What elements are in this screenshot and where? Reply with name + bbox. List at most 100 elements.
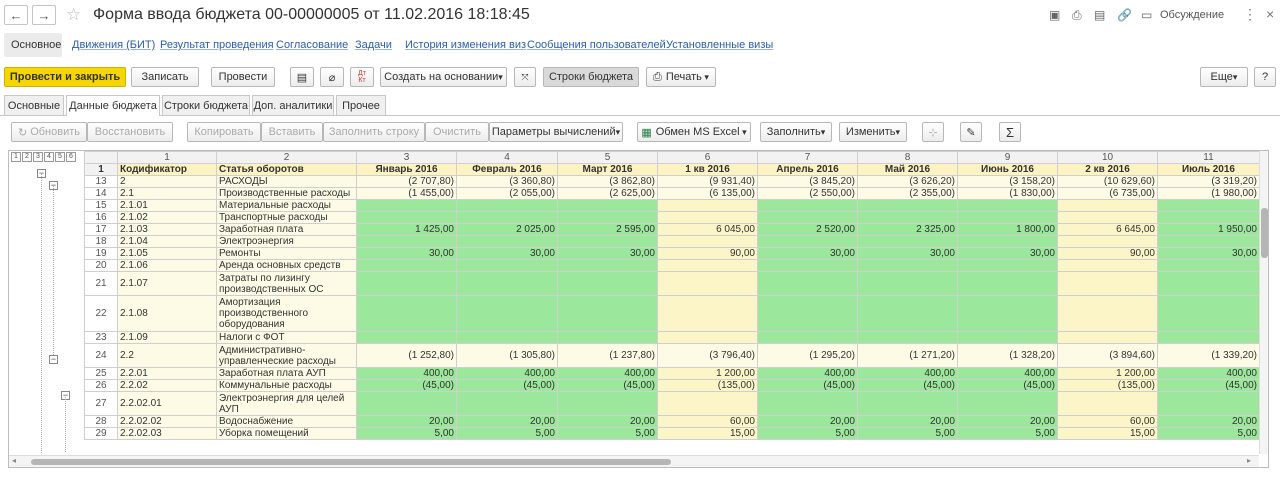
excel-exchange-button[interactable]: ▦ Обмен MS Excel (637, 122, 751, 142)
table-row[interactable]: 19 2.1.05 Ремонты 30,00 30,00 30,00 90,00 30,00… (84, 247, 1260, 260)
value-cell[interactable]: (6 735,00) (1057, 187, 1158, 200)
create-based-on-button[interactable]: Создать на основании (380, 67, 507, 87)
scroll-right-icon[interactable]: ▸ (1247, 456, 1251, 465)
value-cell[interactable]: (3 626,20) (857, 175, 958, 188)
value-cell[interactable] (1157, 235, 1260, 248)
value-cell[interactable]: (45,00) (557, 379, 658, 392)
value-cell[interactable] (757, 211, 858, 224)
value-cell[interactable]: 20,00 (356, 415, 457, 428)
value-cell[interactable]: (1 328,20) (957, 343, 1058, 368)
value-cell[interactable]: (45,00) (456, 379, 558, 392)
value-cell[interactable]: 30,00 (857, 247, 958, 260)
copy-button[interactable]: Копировать (187, 122, 261, 142)
post-and-close-button[interactable]: Провести и закрыть (4, 67, 126, 87)
value-cell[interactable] (857, 391, 958, 416)
refresh-button[interactable]: ↻ Обновить (11, 122, 87, 142)
value-cell[interactable]: 5,00 (957, 427, 1058, 440)
value-cell[interactable]: (45,00) (1157, 379, 1260, 392)
table-row[interactable]: 17 2.1.03 Заработная плата 1 425,00 2 025,00… (84, 223, 1260, 236)
value-cell[interactable]: (45,00) (857, 379, 958, 392)
level-button-5[interactable]: 5 (55, 152, 65, 162)
budget-grid[interactable]: 123456 − − − − 1 2 3 4 5 6 7 8 9 10 11 1 Кодификатор Ста… (8, 150, 1269, 468)
value-cell[interactable]: (1 305,80) (456, 343, 558, 368)
more-menu-icon[interactable]: ⋮ (1243, 6, 1257, 23)
horizontal-scroll-thumb[interactable] (31, 459, 671, 465)
value-cell[interactable]: 1 800,00 (957, 223, 1058, 236)
value-cell[interactable]: 5,00 (557, 427, 658, 440)
value-cell[interactable]: 5,00 (857, 427, 958, 440)
value-cell[interactable] (857, 295, 958, 332)
value-cell[interactable] (757, 259, 858, 272)
value-cell[interactable]: (1 252,80) (356, 343, 457, 368)
table-row[interactable]: 23 2.1.09 Налоги с ФОТ (84, 331, 1260, 344)
value-cell[interactable]: (2 055,00) (456, 187, 558, 200)
value-cell[interactable]: (45,00) (957, 379, 1058, 392)
help-button[interactable]: ? (1254, 67, 1276, 87)
value-cell[interactable] (657, 391, 758, 416)
value-cell[interactable] (456, 331, 558, 344)
value-cell[interactable]: 5,00 (757, 427, 858, 440)
link-visa-history[interactable]: История изменения виз (405, 39, 526, 51)
value-cell[interactable]: 400,00 (456, 367, 558, 380)
value-cell[interactable] (456, 235, 558, 248)
tab-other[interactable]: Прочее (336, 95, 386, 115)
value-cell[interactable]: 60,00 (1057, 415, 1158, 428)
value-cell[interactable] (557, 271, 658, 296)
value-cell[interactable] (657, 259, 758, 272)
value-cell[interactable] (557, 391, 658, 416)
value-cell[interactable] (857, 259, 958, 272)
value-cell[interactable]: (2 707,80) (356, 175, 457, 188)
value-cell[interactable]: (9 931,40) (657, 175, 758, 188)
value-cell[interactable] (456, 211, 558, 224)
value-cell[interactable]: (2 355,00) (857, 187, 958, 200)
value-cell[interactable]: (6 135,00) (657, 187, 758, 200)
value-cell[interactable]: 5,00 (356, 427, 457, 440)
table-row[interactable]: 16 2.1.02 Транспортные расходы (84, 211, 1260, 224)
value-cell[interactable] (356, 235, 457, 248)
value-cell[interactable]: (3 319,20) (1157, 175, 1260, 188)
value-cell[interactable]: 5,00 (1157, 427, 1260, 440)
restore-button[interactable]: Восстановить (87, 122, 173, 142)
edit-button[interactable]: ✎ (960, 122, 982, 142)
value-cell[interactable] (356, 391, 457, 416)
value-cell[interactable] (657, 295, 758, 332)
attach-button[interactable]: ⌀ (320, 67, 344, 87)
value-cell[interactable]: (3 158,20) (957, 175, 1058, 188)
value-cell[interactable]: 1 200,00 (1057, 367, 1158, 380)
save-icon[interactable]: ▣ (1049, 8, 1060, 22)
value-cell[interactable] (557, 259, 658, 272)
value-cell[interactable]: 400,00 (757, 367, 858, 380)
value-cell[interactable] (957, 331, 1058, 344)
table-row[interactable]: 21 2.1.07 Затраты по лизингу производствен… (84, 271, 1260, 296)
level-button-3[interactable]: 3 (33, 152, 43, 162)
value-cell[interactable]: (1 339,20) (1157, 343, 1260, 368)
link-installed-visas[interactable]: Установленные визы (666, 39, 773, 51)
print-button[interactable]: ⎙ Печать (646, 67, 716, 87)
printer-icon[interactable]: ⎙ (1072, 8, 1082, 23)
table-row[interactable]: 22 2.1.08 Амортизация производственного об… (84, 295, 1260, 332)
fill-button[interactable]: Заполнить (760, 122, 832, 142)
value-cell[interactable] (757, 271, 858, 296)
value-cell[interactable] (456, 295, 558, 332)
value-cell[interactable]: 90,00 (657, 247, 758, 260)
value-cell[interactable] (1157, 295, 1260, 332)
value-cell[interactable]: 60,00 (657, 415, 758, 428)
value-cell[interactable] (557, 331, 658, 344)
value-cell[interactable] (1057, 199, 1158, 212)
horizontal-scrollbar[interactable]: ◂ ▸ (9, 455, 1259, 467)
value-cell[interactable]: 20,00 (557, 415, 658, 428)
link-user-messages[interactable]: Сообщения пользователей (527, 39, 666, 51)
value-cell[interactable]: 6 045,00 (657, 223, 758, 236)
value-cell[interactable] (557, 235, 658, 248)
value-cell[interactable]: (1 830,00) (957, 187, 1058, 200)
clear-button[interactable]: Очистить (425, 122, 489, 142)
value-cell[interactable] (1057, 271, 1158, 296)
value-cell[interactable] (857, 271, 958, 296)
close-icon[interactable]: × (1266, 6, 1274, 22)
value-cell[interactable] (957, 295, 1058, 332)
collapse-icon-row24[interactable]: − (49, 355, 58, 364)
value-cell[interactable]: 400,00 (1157, 367, 1260, 380)
value-cell[interactable] (1157, 199, 1260, 212)
link-icon[interactable]: 🔗 (1117, 8, 1132, 22)
value-cell[interactable] (757, 295, 858, 332)
